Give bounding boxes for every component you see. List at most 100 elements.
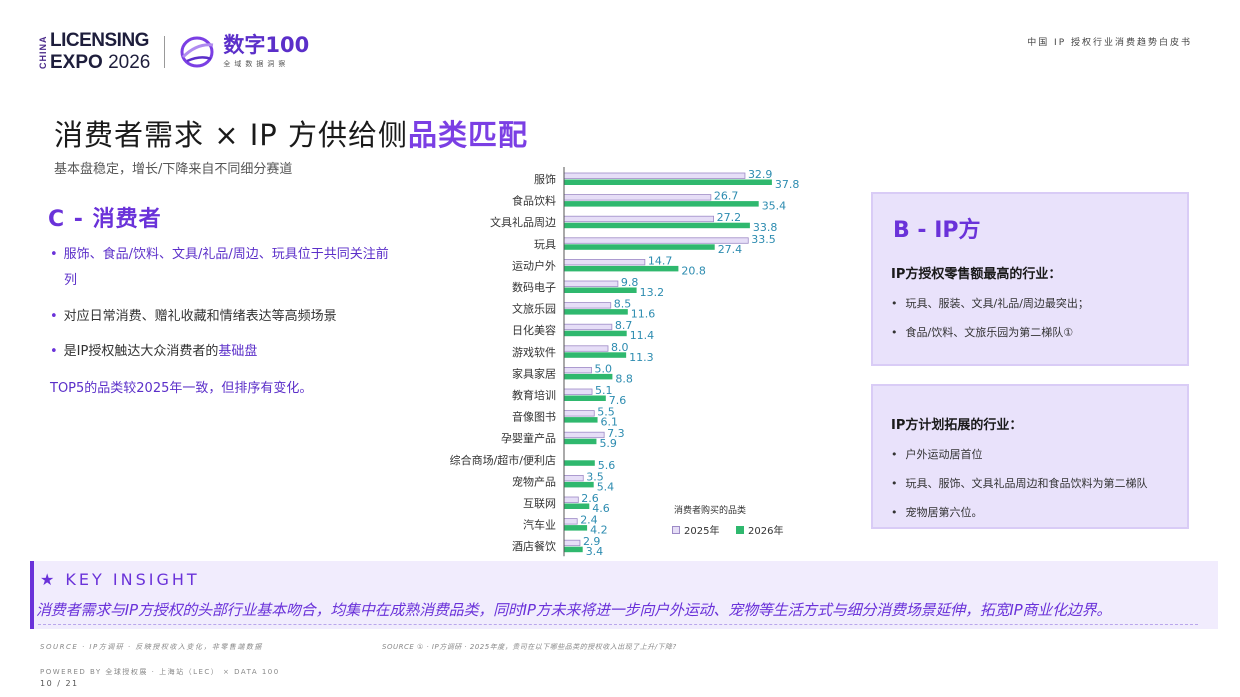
ip-expansion-item-3: • 宠物居第六位。	[891, 504, 983, 520]
category-label: 互联网	[523, 497, 556, 510]
category-label: 服饰	[534, 172, 556, 186]
ip-retail-box: B - IP方 IP方授权零售额最高的行业： • 玩具、服装、文具/礼品/周边最突…	[871, 192, 1189, 366]
category-label: 音像图书	[512, 410, 556, 424]
bar-2025	[563, 259, 646, 266]
bar-2025	[563, 215, 715, 223]
bar-2026	[564, 201, 759, 207]
top5-note: TOP5的品类较2025年一致，但排序有变化。	[50, 381, 313, 396]
bar-2025	[563, 388, 593, 395]
footer-powered-by: POWERED BY 全球授权展 · 上海站（LEC） × DATA 100	[40, 668, 280, 676]
value-label-2026: 13.2	[640, 286, 665, 299]
category-label: 教育培训	[512, 388, 556, 402]
bar-2026	[564, 179, 772, 185]
bar-2026	[564, 525, 588, 531]
footer-source-1: SOURCE · IP方调研 · 反映授权收入变化，非零售端数据	[40, 643, 263, 651]
key-insight-divider	[38, 624, 1198, 625]
value-label-2025: 8.5	[614, 298, 632, 311]
legend-swatch-2026	[736, 525, 744, 534]
bar-2025	[563, 518, 578, 525]
bar-2026	[564, 222, 750, 229]
ip-expansion-heading: IP方计划拓展的行业：	[891, 418, 1023, 433]
value-label-2025: 33.5	[751, 233, 776, 246]
bullet-dot-icon: •	[50, 344, 58, 359]
ip-retail-item-2-text: 食品/饮料、文旅乐园为第二梯队①	[905, 326, 1074, 339]
data100-title: 数字100	[223, 33, 310, 57]
category-label: 孕婴童产品	[501, 431, 556, 445]
legend-item-2026: 2026年	[736, 522, 783, 537]
bullet-dot-icon: •	[891, 506, 898, 519]
value-label-2026: 5.4	[597, 480, 615, 493]
bar-2025	[563, 410, 595, 417]
report-name: 中国 IP 授权行业消费趋势白皮书	[1027, 38, 1192, 48]
category-label: 食品饮料	[512, 194, 556, 208]
bar-2026	[564, 373, 613, 380]
category-label: 游戏软件	[512, 345, 556, 359]
bar-2025	[563, 431, 605, 439]
value-label-2026: 20.8	[681, 264, 706, 277]
category-label: 玩具	[534, 238, 556, 251]
legend-label-2026: 2026年	[748, 526, 784, 537]
bar-2025	[563, 323, 613, 331]
logo-divider	[164, 36, 166, 68]
bar-2026	[564, 352, 627, 358]
bar-2026	[564, 546, 583, 553]
bullet-dot-icon: •	[891, 477, 898, 490]
value-label-2025: 5.0	[595, 362, 613, 375]
bullet-dot-icon: •	[891, 448, 898, 461]
consumer-bullet-3-text: 是IP授权触达大众消费者的	[63, 344, 219, 359]
value-label-2025: 14.7	[648, 254, 673, 267]
category-label: 文旅乐园	[512, 302, 556, 316]
bar-2026	[564, 481, 594, 488]
bar-2026	[564, 330, 627, 337]
value-label-2026: 3.4	[586, 545, 604, 558]
ip-expansion-item-2: • 玩具、服饰、文具礼品周边和食品饮料为第二梯队	[891, 475, 1148, 491]
page-subtitle: 基本盘稳定，增长/下降来自不同细分赛道	[54, 162, 293, 177]
consumer-bullet-2-text: 对应日常消费、赠礼收藏和情绪表达等高频场景	[63, 309, 337, 324]
bar-2026	[564, 438, 597, 445]
value-label-2026: 35.4	[762, 200, 787, 213]
category-label: 汽车业	[523, 518, 556, 532]
page-number: 10 / 21	[40, 679, 79, 688]
value-label-2026: 5.9	[599, 437, 617, 450]
logo-year-text: 2026	[108, 52, 151, 73]
logo-licensing-text: LICENSING	[50, 30, 149, 51]
category-label: 日化美容	[512, 323, 556, 337]
bar-2026	[564, 309, 628, 315]
key-insight-heading: ★ KEY INSIGHT	[40, 570, 200, 589]
ip-expansion-item-2-text: 玩具、服饰、文具礼品周边和食品饮料为第二梯队	[905, 477, 1148, 490]
category-label: 运动户外	[512, 258, 556, 272]
category-label: 综合商场/超市/便利店	[450, 453, 556, 467]
bar-2025	[563, 539, 581, 547]
consumer-bullet-1-text: 服饰、食品/饮料、文具/礼品/周边、玩具位于共同关注前列	[63, 247, 389, 288]
category-label: 宠物产品	[512, 474, 556, 488]
category-label: 家具家居	[512, 366, 556, 380]
consumer-bullet-3: • 是IP授权触达大众消费者的基础盘	[50, 339, 395, 365]
ip-retail-item-1-text: 玩具、服装、文具/礼品/周边最突出；	[905, 297, 1089, 310]
ip-retail-item-1: • 玩具、服装、文具/礼品/周边最突出；	[891, 295, 1089, 311]
category-bar-chart: 服饰 32.937.8食品饮料 26.735.4文具礼品周边 27.233.8玩具 33…	[450, 167, 799, 558]
category-label: 酒店餐饮	[512, 539, 556, 553]
legend-title: 消费者购买的品类	[674, 506, 747, 516]
key-insight-body: 消费者需求与IP方授权的头部行业基本吻合，均集中在成熟消费品类，同时IP方未来将…	[36, 601, 1112, 619]
logo-china-text: CHINA	[38, 35, 48, 69]
footer-source-2: SOURCE ① · IP方调研 · 2025年度，贵司在以下哪些品类的授权收入…	[382, 643, 677, 651]
page-title-main: 消费者需求 × IP 方供给侧	[54, 118, 408, 152]
value-label-2025: 27.2	[717, 211, 742, 224]
value-label-2026: 27.4	[718, 243, 743, 256]
ip-retail-item-2: • 食品/饮料、文旅乐园为第二梯队①	[891, 324, 1073, 340]
bar-2025	[563, 172, 746, 179]
bar-2025	[563, 496, 579, 503]
legend-swatch-2025	[672, 525, 680, 534]
ip-expansion-item-1: • 户外运动居首位	[891, 446, 983, 462]
value-label-2025: 26.7	[714, 190, 739, 203]
value-label-2026: 11.6	[631, 308, 656, 321]
consumer-bullet-2: • 对应日常消费、赠礼收藏和情绪表达等高频场景	[50, 304, 395, 330]
data100-mark-icon	[180, 36, 214, 68]
bullet-dot-icon: •	[891, 297, 898, 310]
key-insight-panel: ★ KEY INSIGHT 消费者需求与IP方授权的头部行业基本吻合，均集中在成…	[30, 561, 1218, 629]
value-label-2026: 11.4	[630, 329, 655, 342]
value-label-2026: 8.8	[615, 372, 633, 385]
ip-section-title: B - IP方	[893, 218, 981, 243]
value-label-2025: 9.8	[621, 276, 639, 289]
data100-logo: 数字100 全域数据洞察	[177, 35, 309, 69]
